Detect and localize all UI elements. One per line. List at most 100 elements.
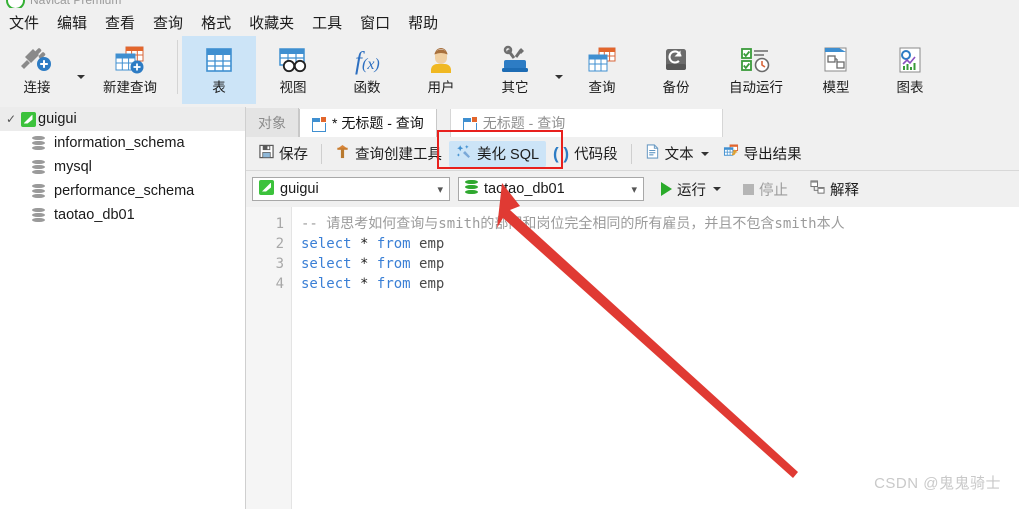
tree-item-taotao_db01[interactable]: taotao_db01 bbox=[0, 203, 245, 227]
menu-help[interactable]: 帮助 bbox=[399, 10, 447, 35]
sql-star: * bbox=[360, 256, 369, 272]
menu-window[interactable]: 窗口 bbox=[351, 10, 399, 35]
connection-dropdown-caret[interactable] bbox=[74, 36, 87, 104]
ribbon-user-button[interactable]: 用户 bbox=[404, 36, 478, 104]
model-icon bbox=[813, 40, 859, 80]
beautify-sql-button[interactable]: 美化 SQL bbox=[449, 140, 547, 167]
ribbon-query-label: 查询 bbox=[588, 80, 616, 95]
tree-item-performance_schema[interactable]: performance_schema bbox=[0, 179, 245, 203]
ribbon-connection-label: 连接 bbox=[23, 80, 51, 95]
ribbon-query-button[interactable]: 查询 bbox=[565, 36, 639, 104]
ribbon-model-label: 模型 bbox=[822, 80, 850, 95]
explain-icon bbox=[810, 179, 825, 199]
database-green-icon bbox=[465, 179, 478, 199]
menu-query[interactable]: 查询 bbox=[144, 10, 192, 35]
window-titlebar: Navicat Premium bbox=[0, 0, 1019, 8]
code-line-3: select * from emp bbox=[301, 254, 1019, 274]
ribbon-function-label: 函数 bbox=[353, 80, 381, 95]
tab-label: 对象 bbox=[258, 114, 286, 131]
database-select[interactable]: taotao_db01 ▾ bbox=[458, 177, 644, 201]
export-result-label: 导出结果 bbox=[743, 147, 802, 163]
menu-edit[interactable]: 编辑 bbox=[48, 10, 96, 35]
stop-button: 停止 bbox=[738, 176, 793, 203]
sql-keyword-from: from bbox=[376, 236, 411, 252]
ribbon-divider-1 bbox=[177, 40, 178, 94]
ribbon-new-query-button[interactable]: 新建查询 bbox=[87, 36, 173, 104]
editor-code-area[interactable]: -- 请思考如何查询与smith的部门和岗位完全相同的所有雇员，并且不包含smi… bbox=[292, 207, 1019, 509]
ribbon-chart-button[interactable]: 图表 bbox=[873, 36, 947, 104]
run-label: 运行 bbox=[677, 182, 706, 199]
ribbon-chart-label: 图表 bbox=[896, 80, 924, 95]
toolbar-divider-2 bbox=[630, 143, 632, 164]
save-button[interactable]: 保存 bbox=[252, 141, 315, 167]
tree-item-guigui[interactable]: ✓ guigui bbox=[0, 107, 245, 131]
menu-tools[interactable]: 工具 bbox=[303, 10, 351, 35]
table-grid-icon bbox=[196, 40, 242, 80]
menu-file[interactable]: 文件 bbox=[0, 10, 48, 35]
chevron-down-icon[interactable] bbox=[700, 151, 709, 156]
chevron-down-icon bbox=[554, 75, 563, 79]
tab-label: * 无标题 - 查询 bbox=[332, 115, 424, 131]
database-icon bbox=[28, 183, 48, 199]
tab-strip: 对象 * 无标题 - 查询 无标题 - 查询 bbox=[246, 107, 1019, 138]
chevron-down-icon[interactable] bbox=[713, 187, 721, 191]
text-button[interactable]: 文本 bbox=[638, 141, 716, 167]
menu-favorites[interactable]: 收藏夹 bbox=[240, 10, 303, 35]
sql-keyword-select: select bbox=[301, 236, 352, 252]
sql-comment: -- 请思考如何查询与smith的部门和岗位完全相同的所有雇员，并且不包含smi… bbox=[301, 216, 845, 232]
tab-untitled-query[interactable]: * 无标题 - 查询 bbox=[299, 109, 437, 138]
line-number: 4 bbox=[275, 276, 284, 292]
menu-format[interactable]: 格式 bbox=[192, 10, 240, 35]
ribbon-connection-button[interactable]: 连接 bbox=[0, 36, 74, 104]
ribbon-user-label: 用户 bbox=[427, 80, 455, 95]
ribbon-table-button[interactable]: 表 bbox=[182, 36, 256, 104]
ribbon-new-query-label: 新建查询 bbox=[103, 80, 157, 95]
play-icon bbox=[661, 182, 672, 196]
explain-label: 解释 bbox=[830, 182, 859, 199]
main-panel: 对象 * 无标题 - 查询 无标题 - 查询 保存 查询创建工具 美化 SQL … bbox=[246, 107, 1019, 509]
database-select-value: taotao_db01 bbox=[484, 181, 565, 197]
chevron-down-icon: ▾ bbox=[437, 183, 443, 196]
sql-keyword-select: select bbox=[301, 276, 352, 292]
ribbon-other-button[interactable]: 其它 bbox=[478, 36, 552, 104]
sql-table-name: emp bbox=[419, 276, 445, 292]
automation-icon bbox=[733, 40, 779, 80]
explain-button[interactable]: 解释 bbox=[805, 176, 864, 203]
ribbon-other-label: 其它 bbox=[501, 80, 529, 95]
ribbon-automation-button[interactable]: 自动运行 bbox=[713, 36, 799, 104]
tree-item-mysql[interactable]: mysql bbox=[0, 155, 245, 179]
sql-editor[interactable]: 1 2 3 4 -- 请思考如何查询与smith的部门和岗位完全相同的所有雇员，… bbox=[246, 207, 1019, 509]
chevron-down-icon[interactable]: ✓ bbox=[4, 112, 18, 126]
code-line-2: select * from emp bbox=[301, 234, 1019, 254]
sql-keyword-select: select bbox=[301, 256, 352, 272]
tab-objects[interactable]: 对象 bbox=[246, 108, 299, 137]
ribbon-function-button[interactable]: f (x) 函数 bbox=[330, 36, 404, 104]
ribbon-view-button[interactable]: 视图 bbox=[256, 36, 330, 104]
ribbon-toolbar: 连接 新建查询 表 视图 f (x) 函数 用户 其它 查询 备份 自动运行 模… bbox=[0, 36, 1019, 108]
sql-keyword-from: from bbox=[376, 276, 411, 292]
ribbon-automation-label: 自动运行 bbox=[729, 80, 783, 95]
csdn-watermark: CSDN @鬼鬼骑士 bbox=[874, 475, 1001, 492]
ribbon-model-button[interactable]: 模型 bbox=[799, 36, 873, 104]
ribbon-backup-button[interactable]: 备份 bbox=[639, 36, 713, 104]
code-snippet-button[interactable]: ( ) 代码段 bbox=[546, 141, 625, 167]
run-button[interactable]: 运行 bbox=[656, 176, 726, 203]
ribbon-table-label: 表 bbox=[212, 80, 226, 95]
svg-text:(x): (x) bbox=[362, 56, 380, 73]
other-dropdown-caret[interactable] bbox=[552, 36, 565, 104]
ribbon-backup-label: 备份 bbox=[662, 80, 690, 95]
connection-tree-sidebar: ✓ guigui information_schema mysql perfor… bbox=[0, 107, 246, 509]
sql-table-name: emp bbox=[419, 256, 445, 272]
export-result-button[interactable]: 导出结果 bbox=[716, 141, 809, 167]
tab-untitled-query-2[interactable]: 无标题 - 查询 bbox=[449, 109, 724, 138]
query-builder-label: 查询创建工具 bbox=[355, 147, 442, 163]
tree-item-information_schema[interactable]: information_schema bbox=[0, 131, 245, 155]
connection-select[interactable]: guigui ▾ bbox=[252, 177, 450, 201]
query-builder-button[interactable]: 查询创建工具 bbox=[328, 141, 449, 167]
query-table-icon bbox=[579, 40, 625, 80]
menu-view[interactable]: 查看 bbox=[96, 10, 144, 35]
connection-icon bbox=[259, 179, 274, 199]
database-icon bbox=[28, 135, 48, 151]
backup-icon bbox=[653, 40, 699, 80]
sql-keyword-from: from bbox=[376, 256, 411, 272]
